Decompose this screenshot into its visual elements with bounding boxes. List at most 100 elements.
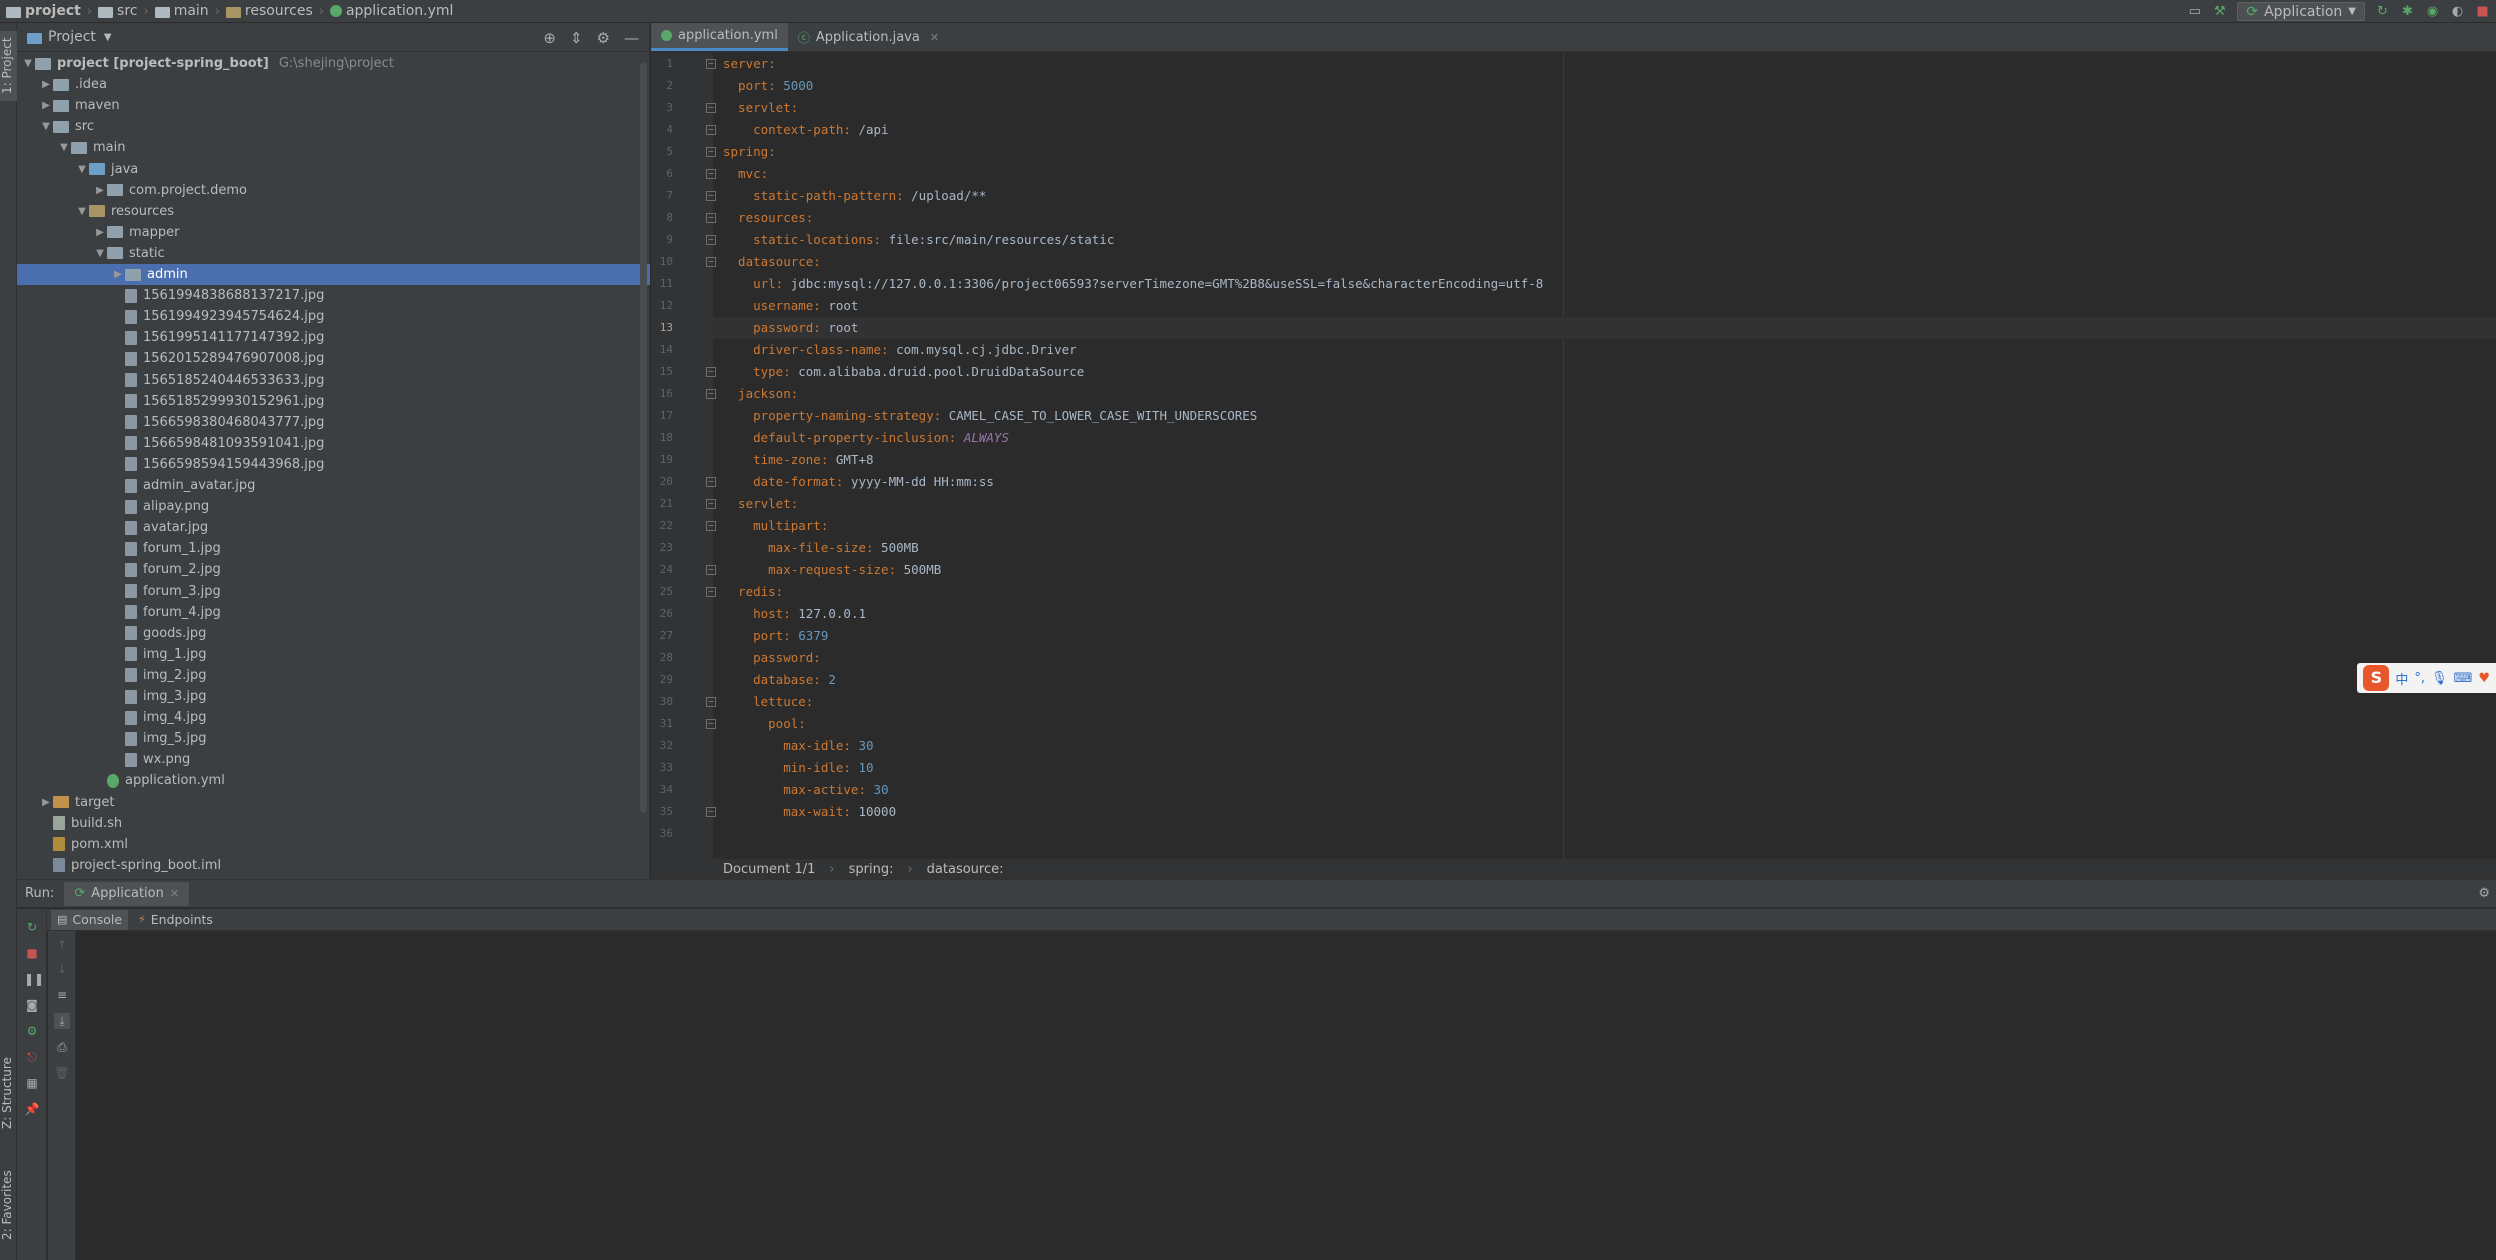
- tree-item[interactable]: ▶ target: [17, 792, 650, 813]
- expand-arrow-icon[interactable]: ▼: [93, 248, 107, 259]
- tab-favorites[interactable]: 2: Favorites: [0, 1158, 17, 1253]
- tree-item[interactable]: img_5.jpg: [17, 728, 650, 749]
- arrow-up-icon[interactable]: ↑: [54, 937, 70, 953]
- tree-item[interactable]: ▶ .idea: [17, 74, 650, 95]
- tree-item[interactable]: forum_3.jpg: [17, 581, 650, 602]
- tree-item[interactable]: 1561995141177147392.jpg: [17, 327, 650, 348]
- subtab-endpoints[interactable]: ⚡ Endpoints: [132, 910, 219, 930]
- pause-icon[interactable]: ❚❚: [24, 971, 44, 987]
- collapse-arrow-icon[interactable]: ▶: [39, 797, 53, 808]
- tree-item[interactable]: img_3.jpg: [17, 686, 650, 707]
- expand-arrow-icon[interactable]: ▼: [75, 206, 89, 217]
- tree-item[interactable]: ▼ main: [17, 137, 650, 158]
- skin-icon[interactable]: ♥: [2478, 671, 2490, 686]
- nav-crumb-src[interactable]: src: [98, 0, 138, 23]
- tree-item[interactable]: alipay.png: [17, 496, 650, 517]
- tree-item[interactable]: 1561994923945754624.jpg: [17, 306, 650, 327]
- breadcrumb-datasource[interactable]: datasource:: [927, 862, 1004, 877]
- tree-item[interactable]: project-spring_boot.iml: [17, 855, 650, 876]
- console-output[interactable]: [77, 932, 2496, 1260]
- ime-toolbar[interactable]: S 中 °, 🎙 ⌨ ♥: [2357, 663, 2496, 693]
- close-icon[interactable]: ✕: [170, 887, 179, 900]
- project-panel-title[interactable]: Project: [48, 29, 96, 45]
- collapse-arrow-icon[interactable]: ▶: [39, 100, 53, 111]
- tree-item[interactable]: ▶ mapper: [17, 222, 650, 243]
- keyboard-icon[interactable]: ⌨: [2454, 671, 2473, 686]
- scroll-to-end-icon[interactable]: ⤓: [54, 1013, 70, 1029]
- nav-crumb-file[interactable]: application.yml: [329, 0, 453, 23]
- tree-item[interactable]: ▼ java: [17, 159, 650, 180]
- soft-wrap-icon[interactable]: ≡: [54, 987, 70, 1003]
- tree-item[interactable]: forum_2.jpg: [17, 559, 650, 580]
- tree-item[interactable]: 1562015289476907008.jpg: [17, 348, 650, 369]
- layout-icon[interactable]: ▦: [24, 1075, 40, 1091]
- tree-item[interactable]: build.sh: [17, 813, 650, 834]
- exit-icon[interactable]: ⎋: [24, 1049, 40, 1065]
- punctuation-icon[interactable]: °,: [2414, 671, 2425, 686]
- tree-item[interactable]: pom.xml: [17, 834, 650, 855]
- tree-item[interactable]: ▼ src: [17, 116, 650, 137]
- breadcrumb-spring[interactable]: spring:: [849, 862, 894, 877]
- nav-crumb-project[interactable]: project: [6, 0, 81, 23]
- expand-arrow-icon[interactable]: ▼: [57, 142, 71, 153]
- nav-crumb-main[interactable]: main: [154, 0, 209, 23]
- rerun-icon[interactable]: ↻: [2375, 4, 2390, 19]
- tree-item[interactable]: 1561994838688137217.jpg: [17, 285, 650, 306]
- breadcrumb-document[interactable]: Document 1/1: [723, 862, 815, 877]
- tree-item[interactable]: ▶ maven: [17, 95, 650, 116]
- rerun-icon[interactable]: ↻: [24, 919, 40, 935]
- tree-item[interactable]: ▶ admin: [17, 264, 650, 285]
- tree-item[interactable]: avatar.jpg: [17, 517, 650, 538]
- stop-icon[interactable]: ■: [2475, 4, 2490, 19]
- tree-item[interactable]: 1566598380468043777.jpg: [17, 412, 650, 433]
- close-icon[interactable]: ✕: [930, 31, 939, 44]
- tree-item[interactable]: 1565185240446533633.jpg: [17, 370, 650, 391]
- tree-item[interactable]: ▼ project [project-spring_boot] G:\shejing…: [17, 53, 650, 74]
- profiler-icon[interactable]: ◐: [2450, 4, 2465, 19]
- expand-arrow-icon[interactable]: ▼: [39, 121, 53, 132]
- trash-icon[interactable]: 🗑: [54, 1065, 70, 1081]
- tree-item[interactable]: 1566598594159443968.jpg: [17, 454, 650, 475]
- tab-application-yml[interactable]: application.yml: [651, 23, 788, 51]
- layout-icon[interactable]: ▭: [2187, 4, 2202, 19]
- build-hammer-icon[interactable]: ⚒: [2212, 4, 2227, 19]
- project-scrollbar[interactable]: [640, 63, 647, 813]
- collapse-arrow-icon[interactable]: ▶: [39, 79, 53, 90]
- tree-item[interactable]: admin_avatar.jpg: [17, 475, 650, 496]
- tab-application-java[interactable]: ⓒ Application.java ✕: [788, 23, 949, 51]
- expand-arrow-icon[interactable]: ▼: [75, 164, 89, 175]
- tree-item[interactable]: application.yml: [17, 770, 650, 791]
- chevron-down-icon[interactable]: ▼: [104, 32, 112, 43]
- subtab-console[interactable]: ▤ Console: [51, 909, 129, 930]
- gear-icon[interactable]: ⚙: [2478, 886, 2490, 901]
- tree-item[interactable]: ▼ static: [17, 243, 650, 264]
- collapse-arrow-icon[interactable]: ▶: [93, 185, 107, 196]
- code-content[interactable]: server: port: 5000 servlet: context-path…: [713, 53, 2496, 879]
- arrow-down-icon[interactable]: ↓: [54, 961, 70, 977]
- collapse-arrow-icon[interactable]: ▶: [111, 269, 125, 280]
- tab-structure[interactable]: Z: Structure: [0, 1048, 17, 1138]
- run-configuration-select[interactable]: ⟳ Application ▼: [2237, 2, 2365, 21]
- tree-item[interactable]: ▼ resources: [17, 201, 650, 222]
- debug-icon[interactable]: ✱: [2400, 4, 2415, 19]
- run-tab-application[interactable]: ⟳ Application ✕: [64, 881, 190, 906]
- collapse-arrow-icon[interactable]: ▶: [93, 227, 107, 238]
- coverage-icon[interactable]: ◉: [2425, 4, 2440, 19]
- locate-icon[interactable]: ⊕: [543, 29, 556, 47]
- stop-icon[interactable]: ■: [24, 945, 40, 961]
- tree-item[interactable]: wx.png: [17, 749, 650, 770]
- collapse-all-icon[interactable]: ⇕: [570, 29, 583, 47]
- microphone-icon[interactable]: 🎙: [2431, 671, 2448, 686]
- tab-project[interactable]: 1: Project: [0, 31, 17, 101]
- tree-item[interactable]: goods.jpg: [17, 623, 650, 644]
- tree-item[interactable]: img_4.jpg: [17, 707, 650, 728]
- expand-arrow-icon[interactable]: ▼: [21, 58, 35, 69]
- tree-item[interactable]: 1566598481093591041.jpg: [17, 433, 650, 454]
- tree-item[interactable]: forum_4.jpg: [17, 602, 650, 623]
- tree-item[interactable]: 1565185299930152961.jpg: [17, 391, 650, 412]
- ime-language[interactable]: 中: [2395, 669, 2408, 688]
- tree-item[interactable]: forum_1.jpg: [17, 538, 650, 559]
- print-icon[interactable]: ⎙: [54, 1039, 70, 1055]
- minimize-icon[interactable]: —: [624, 29, 639, 47]
- tree-item[interactable]: img_1.jpg: [17, 644, 650, 665]
